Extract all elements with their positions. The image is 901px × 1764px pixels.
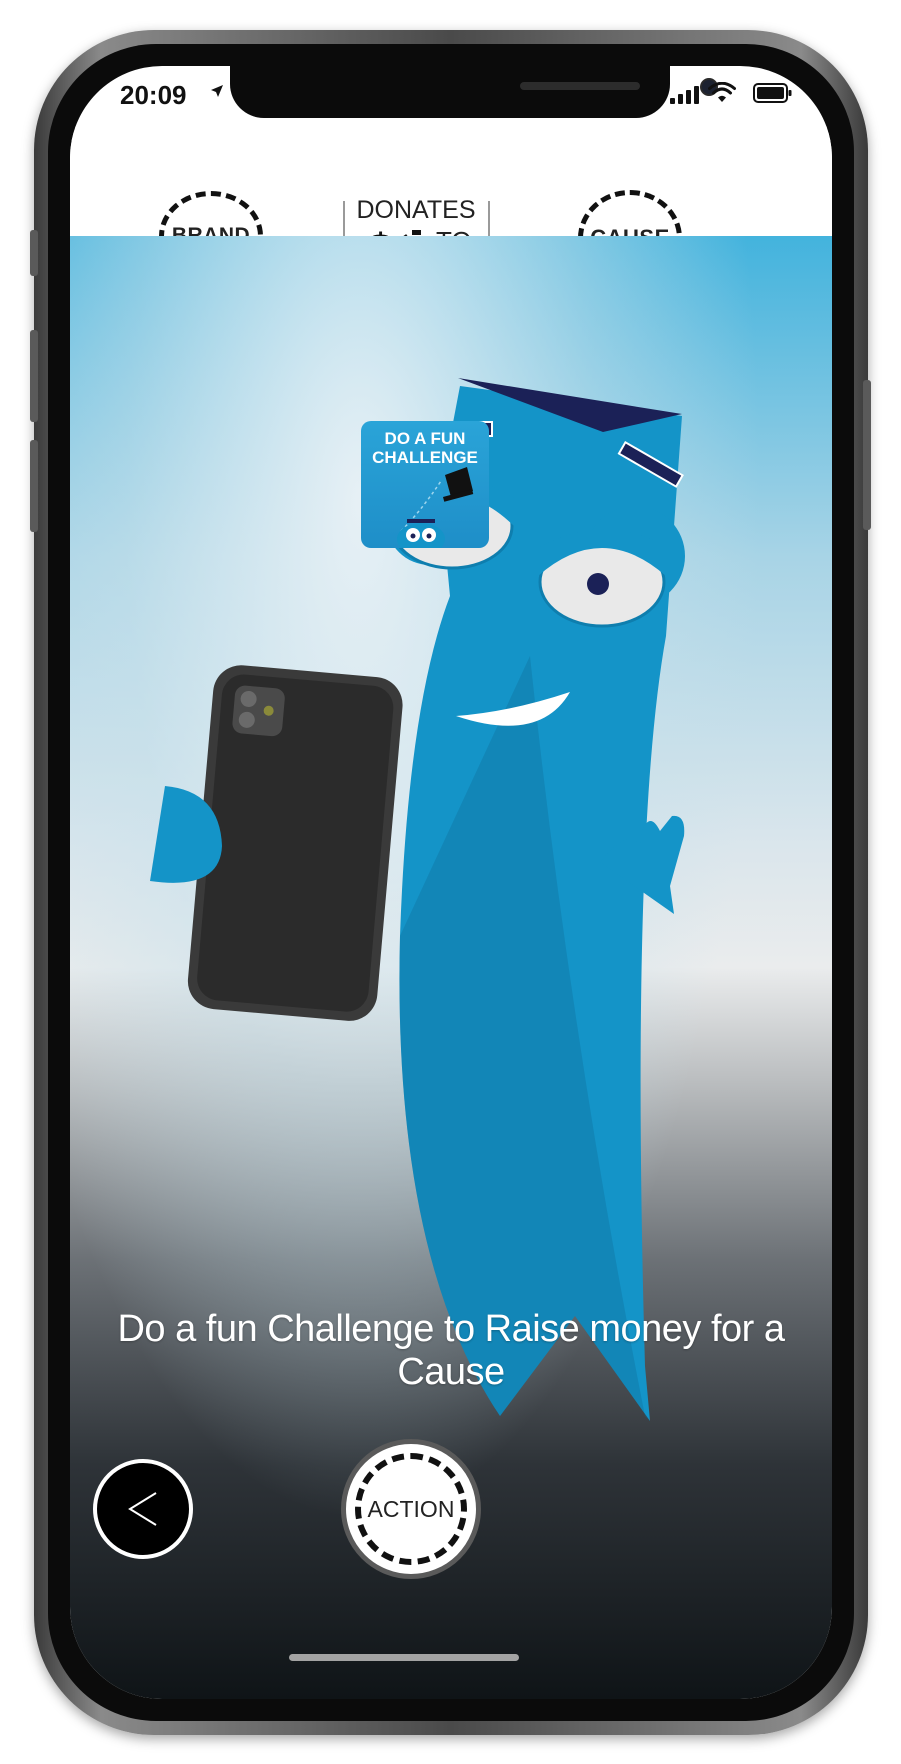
challenge-thumbnail[interactable]: DO A FUN CHALLENGE xyxy=(361,421,489,548)
action-button-ring: ACTION xyxy=(355,1453,467,1565)
donates-label: DONATES xyxy=(356,196,476,224)
battery-icon xyxy=(753,83,792,103)
side-button-volume-down xyxy=(30,440,38,532)
back-button[interactable] xyxy=(93,1459,193,1559)
phone-screen: 20:09 BRAND DONATES $ xyxy=(70,66,832,1699)
chevron-left-icon xyxy=(128,1492,157,1526)
signal-icon xyxy=(670,86,699,104)
challenge-scene: DO A FUN CHALLENGE Do a fun Challenge to… xyxy=(70,236,832,1699)
action-button-label: ACTION xyxy=(367,1495,455,1522)
side-button-volume-up xyxy=(30,330,38,422)
action-button[interactable]: ACTION xyxy=(341,1439,481,1579)
location-arrow-icon xyxy=(211,85,223,97)
wifi-icon xyxy=(708,82,736,102)
challenge-caption: Do a fun Challenge to Raise money for a … xyxy=(117,1308,785,1393)
side-button-mute xyxy=(30,230,38,276)
speaker-grille xyxy=(520,82,640,90)
status-bar: 20:09 xyxy=(70,66,832,126)
home-indicator[interactable] xyxy=(289,1654,519,1661)
mascot-pupil-right xyxy=(587,573,609,595)
challenge-thumbnail-title-line1: DO A FUN xyxy=(384,429,466,448)
notch xyxy=(230,66,718,118)
status-time: 20:09 xyxy=(120,80,187,110)
challenge-thumbnail-illustration xyxy=(397,467,474,548)
side-button-power xyxy=(863,380,871,530)
